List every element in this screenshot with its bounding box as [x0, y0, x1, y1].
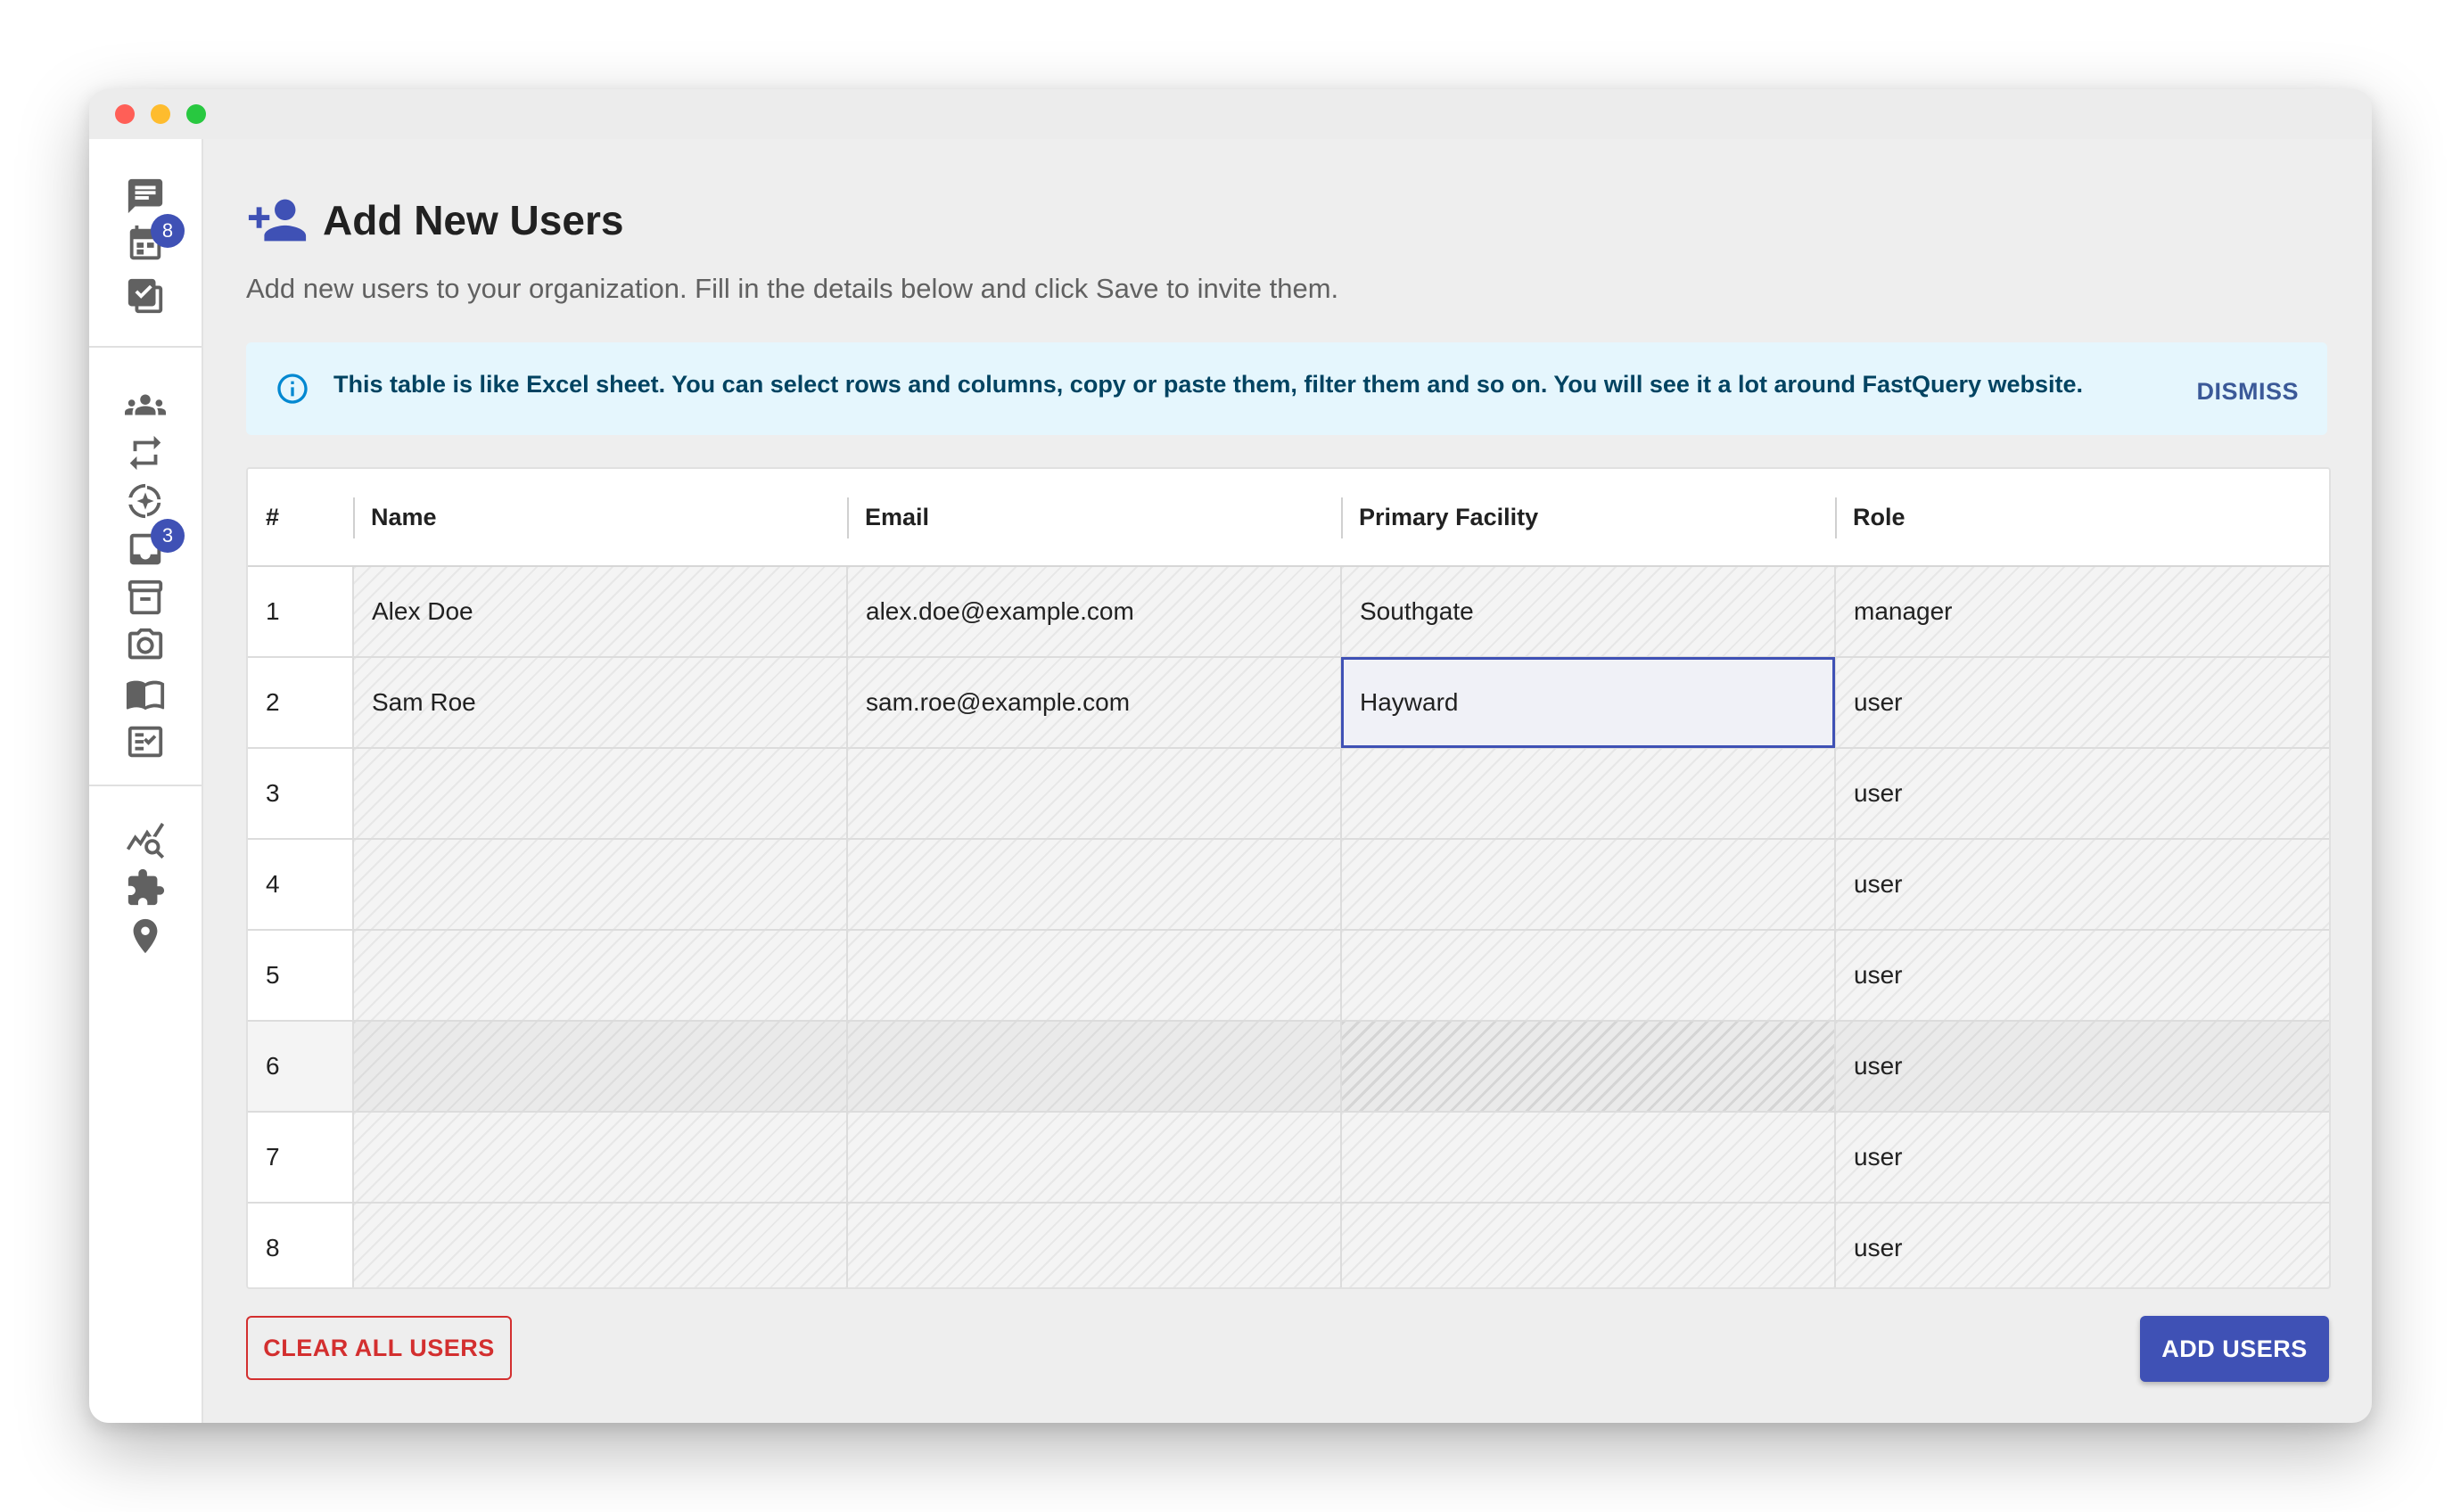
table-row: 4 user — [248, 839, 2329, 931]
info-icon — [277, 374, 308, 404]
location-pin-icon[interactable] — [122, 913, 169, 959]
chat-icon[interactable] — [122, 173, 169, 219]
name-cell[interactable] — [353, 1021, 848, 1113]
ai-sparkle-icon[interactable] — [122, 478, 169, 524]
calendar-icon[interactable]: 8 — [122, 214, 185, 267]
facility-cell[interactable] — [1341, 1112, 1836, 1204]
row-number-cell[interactable]: 5 — [248, 930, 354, 1022]
facility-cell[interactable] — [1341, 1203, 1836, 1287]
add-users-button[interactable]: ADD USERS — [2140, 1316, 2329, 1382]
inbox-icon[interactable]: 3 — [122, 519, 185, 572]
row-number-cell[interactable]: 1 — [248, 566, 354, 658]
page-header: Add New Users — [246, 189, 623, 251]
sidebar: 8 3 — [89, 139, 203, 1423]
sidebar-divider — [89, 346, 202, 348]
row-number-cell[interactable]: 3 — [248, 748, 354, 840]
camera-icon[interactable] — [122, 622, 169, 669]
table-row: 5 user — [248, 930, 2329, 1022]
table-row-hovered: 6 user — [248, 1021, 2329, 1113]
role-cell[interactable]: user — [1835, 1021, 2329, 1113]
name-cell[interactable] — [353, 930, 848, 1022]
facility-cell-selected[interactable]: Hayward — [1341, 657, 1836, 749]
email-cell[interactable] — [847, 748, 1342, 840]
name-cell[interactable]: Alex Doe — [353, 566, 848, 658]
book-icon[interactable] — [122, 670, 169, 717]
table-row: 7 user — [248, 1112, 2329, 1204]
role-cell[interactable]: user — [1835, 1203, 2329, 1287]
facility-cell[interactable]: Southgate — [1341, 566, 1836, 658]
name-cell[interactable] — [353, 1112, 848, 1204]
table-header-row: # Name Email Primary Facility Role — [248, 469, 2329, 567]
facility-cell[interactable] — [1341, 930, 1836, 1022]
email-cell[interactable]: alex.doe@example.com — [847, 566, 1342, 658]
clear-all-users-button[interactable]: CLEAR ALL USERS — [246, 1316, 512, 1380]
checklist-icon[interactable] — [122, 273, 169, 319]
name-cell[interactable] — [353, 748, 848, 840]
email-cell[interactable] — [847, 1203, 1342, 1287]
name-cell[interactable] — [353, 839, 848, 931]
table-row: 8 user — [248, 1203, 2329, 1287]
info-banner: This table is like Excel sheet. You can … — [246, 342, 2327, 435]
extension-icon[interactable] — [122, 865, 169, 911]
row-number-cell[interactable]: 4 — [248, 839, 354, 931]
role-cell[interactable]: user — [1835, 657, 2329, 749]
calendar-badge: 8 — [151, 214, 185, 248]
analytics-search-icon[interactable] — [122, 817, 169, 863]
inbox-badge: 3 — [151, 519, 185, 553]
email-cell[interactable] — [847, 1112, 1342, 1204]
main-content: Add New Users Add new users to your orga… — [203, 139, 2372, 1423]
minimize-window-button[interactable] — [151, 104, 170, 124]
table-row: 1 Alex Doe alex.doe@example.com Southgat… — [248, 566, 2329, 658]
row-number-cell[interactable]: 7 — [248, 1112, 354, 1204]
info-banner-text: This table is like Excel sheet. You can … — [333, 371, 2084, 398]
name-cell[interactable] — [353, 1203, 848, 1287]
email-cell[interactable] — [847, 930, 1342, 1022]
facility-cell[interactable] — [1341, 748, 1836, 840]
role-cell[interactable]: user — [1835, 748, 2329, 840]
row-number-cell[interactable]: 8 — [248, 1203, 354, 1287]
users-table: # Name Email Primary Facility Role 1 Ale… — [248, 469, 2329, 1287]
sidebar-divider — [89, 785, 202, 786]
row-number-cell[interactable]: 2 — [248, 657, 354, 749]
swap-icon[interactable] — [122, 430, 169, 476]
table-row: 2 Sam Roe sam.roe@example.com Hayward us… — [248, 657, 2329, 749]
column-header-role[interactable]: Role — [1835, 469, 2329, 567]
add-user-icon — [248, 199, 307, 242]
table-row: 3 user — [248, 748, 2329, 840]
zoom-window-button[interactable] — [186, 104, 206, 124]
email-cell[interactable]: sam.roe@example.com — [847, 657, 1342, 749]
archive-icon[interactable] — [122, 574, 169, 620]
column-header-name[interactable]: Name — [353, 469, 847, 567]
users-icon[interactable] — [122, 382, 169, 428]
role-cell[interactable]: user — [1835, 839, 2329, 931]
email-cell[interactable] — [847, 1021, 1342, 1113]
title-bar — [89, 89, 2372, 139]
facility-cell[interactable] — [1341, 839, 1836, 931]
dismiss-button[interactable]: DISMISS — [2196, 378, 2299, 406]
page-subtitle: Add new users to your organization. Fill… — [246, 273, 1339, 304]
close-window-button[interactable] — [115, 104, 135, 124]
column-header-number[interactable]: # — [248, 469, 353, 567]
task-list-icon[interactable] — [122, 719, 169, 765]
email-cell[interactable] — [847, 839, 1342, 931]
role-cell[interactable]: manager — [1835, 566, 2329, 658]
column-header-primary-facility[interactable]: Primary Facility — [1341, 469, 1835, 567]
page-title: Add New Users — [323, 197, 624, 243]
row-number-cell[interactable]: 6 — [248, 1021, 354, 1113]
app-window: 8 3 Add New Users Add new users to your … — [89, 89, 2372, 1423]
users-data-grid: # Name Email Primary Facility Role 1 Ale… — [246, 467, 2331, 1289]
name-cell[interactable]: Sam Roe — [353, 657, 848, 749]
role-cell[interactable]: user — [1835, 1112, 2329, 1204]
facility-cell[interactable] — [1341, 1021, 1836, 1113]
role-cell[interactable]: user — [1835, 930, 2329, 1022]
column-header-email[interactable]: Email — [847, 469, 1341, 567]
